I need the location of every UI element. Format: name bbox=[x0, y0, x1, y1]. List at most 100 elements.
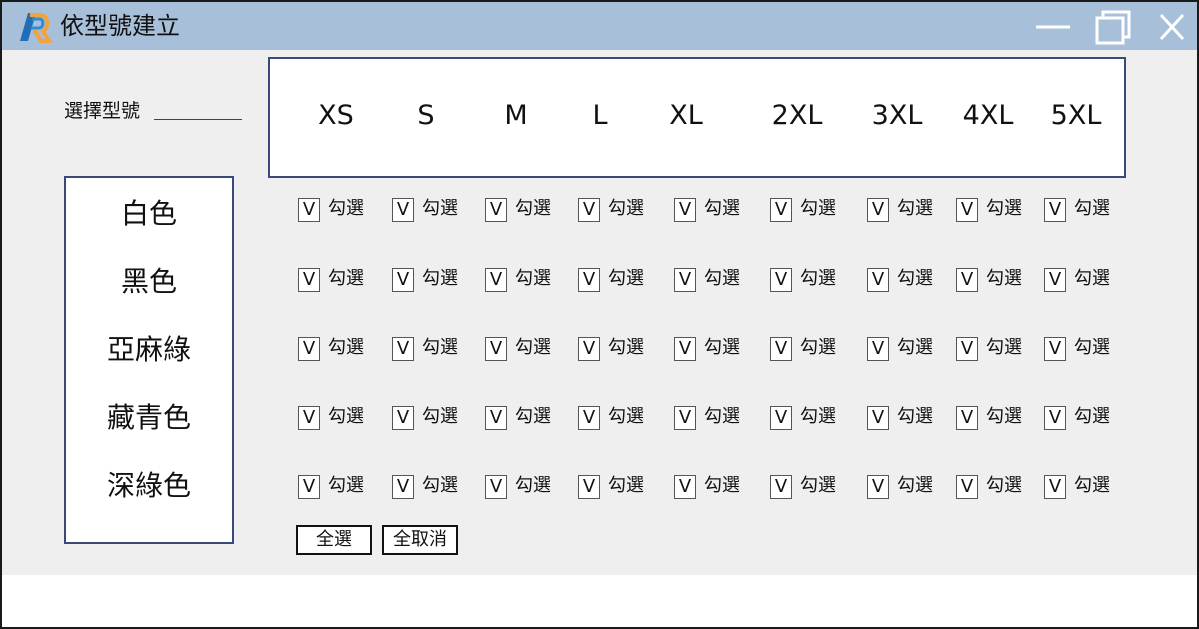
checkbox-mark[interactable]: V bbox=[298, 198, 320, 222]
checkbox-label: 勾選 bbox=[800, 337, 836, 358]
checkbox-mark[interactable]: V bbox=[485, 268, 507, 292]
checkbox-label: 勾選 bbox=[800, 475, 836, 496]
checkbox-mark[interactable]: V bbox=[1044, 198, 1066, 222]
checkbox-label: 勾選 bbox=[608, 337, 644, 358]
checkbox-mark[interactable]: V bbox=[1044, 268, 1066, 292]
checkbox-mark[interactable]: V bbox=[392, 475, 414, 499]
checkbox-mark[interactable]: V bbox=[485, 337, 507, 361]
size-label: 3XL bbox=[871, 100, 923, 131]
app-window: 依型號建立 選擇型號 XS S M L XL 2XL 3XL 4XL 5XL 白… bbox=[0, 0, 1199, 629]
checkbox-label: 勾選 bbox=[986, 268, 1022, 289]
checkbox-mark[interactable]: V bbox=[578, 406, 600, 430]
checkbox-label: 勾選 bbox=[515, 268, 551, 289]
checkbox-mark[interactable]: V bbox=[867, 406, 889, 430]
checkbox-mark[interactable]: V bbox=[956, 406, 978, 430]
checkbox-mark[interactable]: V bbox=[674, 475, 696, 499]
checkbox-label: 勾選 bbox=[986, 406, 1022, 427]
size-label: XL bbox=[669, 100, 703, 131]
checkbox-mark[interactable]: V bbox=[674, 268, 696, 292]
checkbox-label: 勾選 bbox=[515, 337, 551, 358]
checkbox-mark[interactable]: V bbox=[392, 268, 414, 292]
size-label: XS bbox=[318, 100, 354, 131]
deselect-all-button[interactable]: 全取消 bbox=[382, 525, 458, 555]
checkbox-mark[interactable]: V bbox=[1044, 337, 1066, 361]
checkbox-mark[interactable]: V bbox=[674, 337, 696, 361]
color-label: 亞麻綠 bbox=[106, 333, 191, 366]
checkbox-label: 勾選 bbox=[608, 406, 644, 427]
checkbox-mark[interactable]: V bbox=[770, 268, 792, 292]
checkbox-label: 勾選 bbox=[422, 198, 458, 219]
checkbox-mark[interactable]: V bbox=[578, 268, 600, 292]
color-label: 藏青色 bbox=[106, 401, 191, 434]
size-label: L bbox=[592, 100, 608, 131]
checkbox-label: 勾選 bbox=[1074, 268, 1110, 289]
checkbox-mark[interactable]: V bbox=[392, 198, 414, 222]
checkbox-mark[interactable]: V bbox=[485, 475, 507, 499]
minimize-icon[interactable] bbox=[1034, 9, 1072, 45]
size-header-panel: XS S M L XL 2XL 3XL 4XL 5XL bbox=[268, 57, 1126, 178]
checkbox-mark[interactable]: V bbox=[485, 198, 507, 222]
checkbox-mark[interactable]: V bbox=[485, 406, 507, 430]
select-model-field[interactable] bbox=[154, 119, 242, 120]
checkbox-mark[interactable]: V bbox=[770, 337, 792, 361]
color-label: 黑色 bbox=[120, 265, 177, 298]
checkbox-mark[interactable]: V bbox=[956, 337, 978, 361]
window-title: 依型號建立 bbox=[60, 12, 180, 40]
checkbox-mark[interactable]: V bbox=[1044, 406, 1066, 430]
checkbox-label: 勾選 bbox=[328, 337, 364, 358]
checkbox-mark[interactable]: V bbox=[392, 406, 414, 430]
color-list-panel: 白色 黑色 亞麻綠 藏青色 深綠色 bbox=[64, 176, 234, 544]
checkbox-label: 勾選 bbox=[704, 337, 740, 358]
checkbox-mark[interactable]: V bbox=[1044, 475, 1066, 499]
maximize-icon[interactable] bbox=[1094, 9, 1132, 45]
checkbox-label: 勾選 bbox=[422, 475, 458, 496]
checkbox-mark[interactable]: V bbox=[298, 406, 320, 430]
size-label: 2XL bbox=[771, 100, 823, 131]
checkbox-mark[interactable]: V bbox=[578, 337, 600, 361]
checkbox-label: 勾選 bbox=[800, 406, 836, 427]
checkbox-label: 勾選 bbox=[515, 406, 551, 427]
checkbox-label: 勾選 bbox=[1074, 337, 1110, 358]
checkbox-mark[interactable]: V bbox=[867, 198, 889, 222]
checkbox-mark[interactable]: V bbox=[770, 406, 792, 430]
checkbox-label: 勾選 bbox=[1074, 198, 1110, 219]
checkbox-label: 勾選 bbox=[608, 475, 644, 496]
title-bar: 依型號建立 bbox=[2, 2, 1197, 50]
checkbox-label: 勾選 bbox=[1074, 475, 1110, 496]
checkbox-label: 勾選 bbox=[986, 475, 1022, 496]
size-label: 4XL bbox=[962, 100, 1014, 131]
checkbox-mark[interactable]: V bbox=[578, 475, 600, 499]
checkbox-mark[interactable]: V bbox=[298, 268, 320, 292]
color-label: 深綠色 bbox=[106, 469, 191, 502]
checkbox-mark[interactable]: V bbox=[770, 475, 792, 499]
checkbox-mark[interactable]: V bbox=[392, 337, 414, 361]
checkbox-label: 勾選 bbox=[897, 475, 933, 496]
select-all-button[interactable]: 全選 bbox=[296, 525, 372, 555]
form-area: 選擇型號 XS S M L XL 2XL 3XL 4XL 5XL 白色 黑色 亞… bbox=[2, 50, 1197, 575]
checkbox-mark[interactable]: V bbox=[298, 337, 320, 361]
checkbox-mark[interactable]: V bbox=[956, 475, 978, 499]
checkbox-label: 勾選 bbox=[328, 198, 364, 219]
checkbox-mark[interactable]: V bbox=[770, 198, 792, 222]
checkbox-mark[interactable]: V bbox=[674, 198, 696, 222]
checkbox-mark[interactable]: V bbox=[674, 406, 696, 430]
checkbox-label: 勾選 bbox=[704, 268, 740, 289]
checkbox-label: 勾選 bbox=[704, 198, 740, 219]
checkbox-mark[interactable]: V bbox=[867, 268, 889, 292]
checkbox-label: 勾選 bbox=[897, 268, 933, 289]
checkbox-label: 勾選 bbox=[1074, 406, 1110, 427]
checkbox-mark[interactable]: V bbox=[956, 268, 978, 292]
checkbox-label: 勾選 bbox=[328, 475, 364, 496]
size-label: 5XL bbox=[1050, 100, 1102, 131]
checkbox-label: 勾選 bbox=[608, 268, 644, 289]
close-icon[interactable] bbox=[1153, 9, 1191, 45]
checkbox-mark[interactable]: V bbox=[298, 475, 320, 499]
checkbox-label: 勾選 bbox=[515, 198, 551, 219]
checkbox-mark[interactable]: V bbox=[867, 475, 889, 499]
checkbox-label: 勾選 bbox=[608, 198, 644, 219]
checkbox-label: 勾選 bbox=[422, 337, 458, 358]
checkbox-label: 勾選 bbox=[986, 337, 1022, 358]
checkbox-mark[interactable]: V bbox=[578, 198, 600, 222]
checkbox-mark[interactable]: V bbox=[867, 337, 889, 361]
checkbox-mark[interactable]: V bbox=[956, 198, 978, 222]
